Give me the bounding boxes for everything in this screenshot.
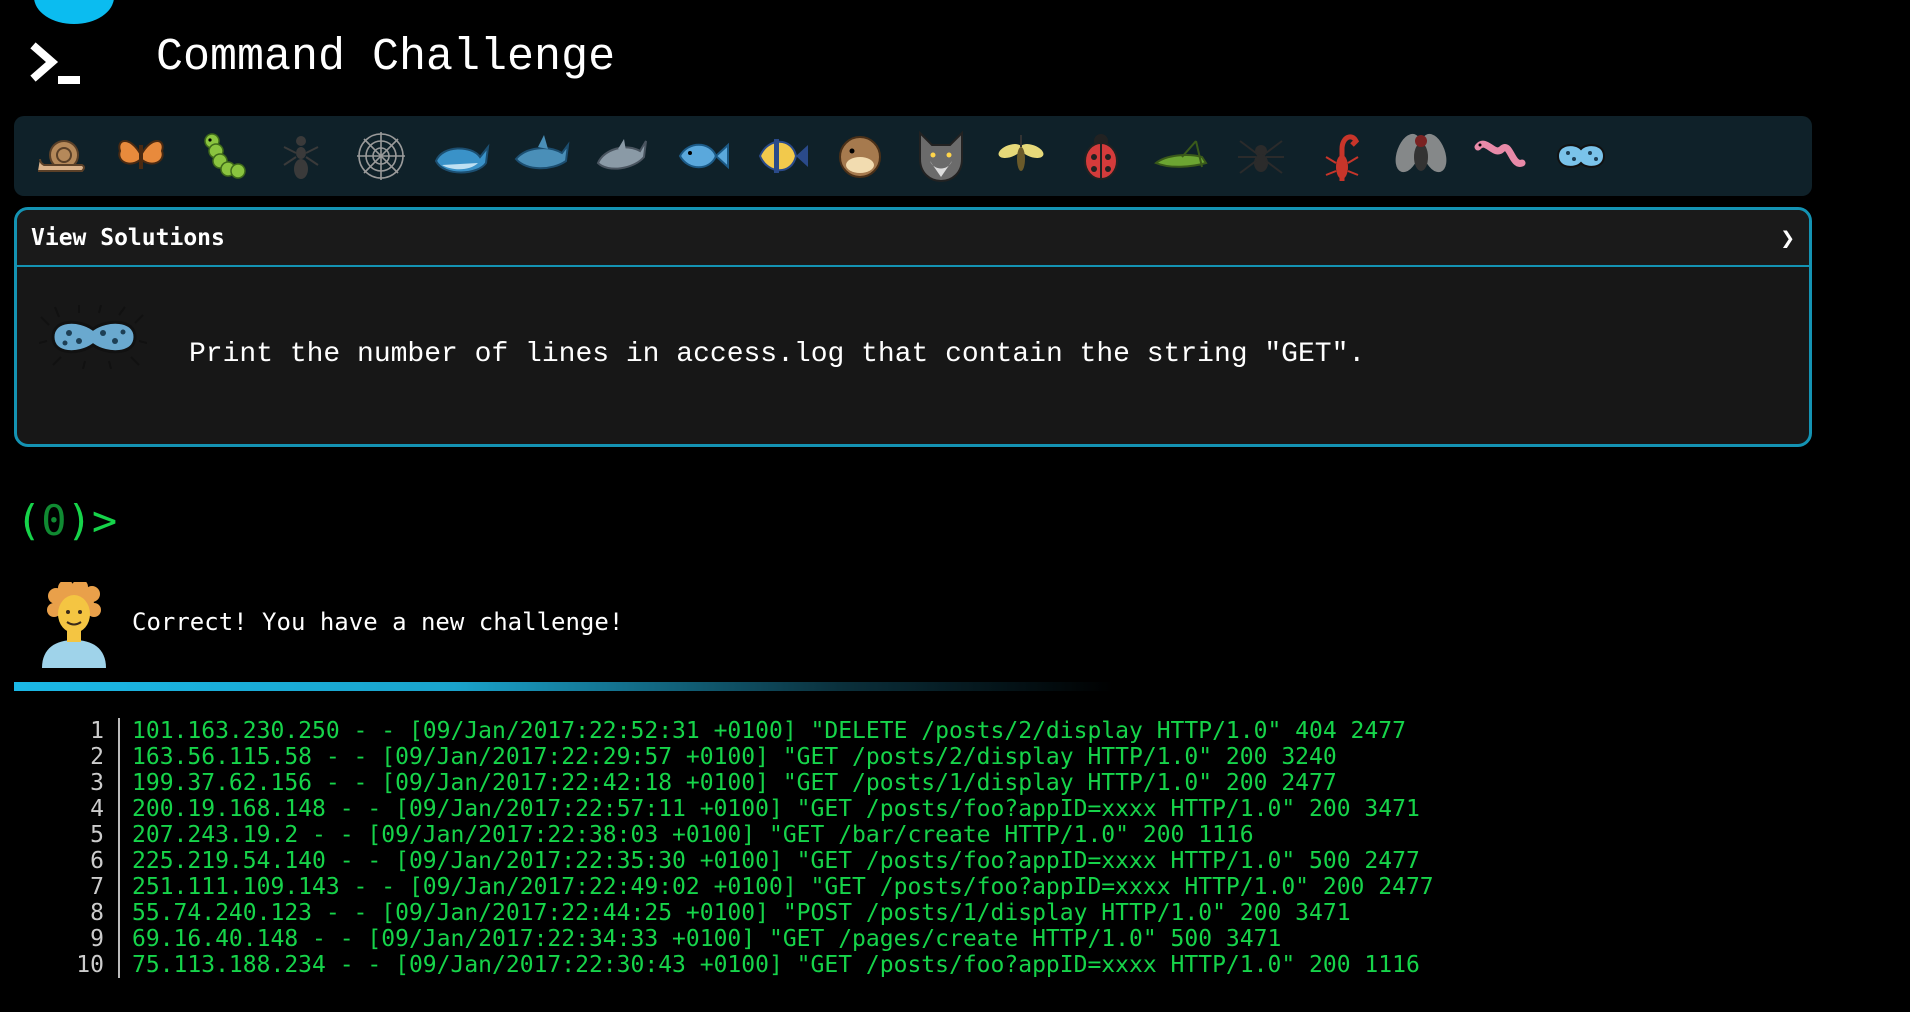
line-number: 6 — [60, 848, 120, 874]
ladybug-icon[interactable] — [1072, 127, 1130, 185]
file-line: 1 101.163.230.250 - - [09/Jan/2017:22:52:… — [60, 718, 1434, 744]
tropical-fish-icon[interactable] — [752, 127, 810, 185]
divider — [14, 682, 1114, 691]
caterpillar-icon[interactable] — [192, 127, 250, 185]
line-number: 5 — [60, 822, 120, 848]
file-listing: 1 101.163.230.250 - - [09/Jan/2017:22:52:… — [60, 718, 1434, 978]
terminal-prompt[interactable]: (0)> — [16, 496, 117, 545]
person-curly-hair-icon — [42, 582, 106, 668]
challenge-body: Print the number of lines in access.log … — [17, 267, 1809, 444]
challenge-panel: View Solutions ❯ Print the number of lin… — [14, 207, 1812, 447]
prompt-exit-count: 0 — [41, 496, 67, 545]
line-number: 10 — [60, 952, 120, 978]
prompt-close: )> — [66, 496, 118, 545]
line-text: 55.74.240.123 - - [09/Jan/2017:22:44:25 … — [132, 900, 1351, 926]
line-text: 69.16.40.148 - - [09/Jan/2017:22:34:33 +… — [132, 926, 1282, 952]
file-line: 8 55.74.240.123 - - [09/Jan/2017:22:44:25… — [60, 900, 1434, 926]
view-solutions-toggle[interactable]: View Solutions ❯ — [17, 210, 1809, 267]
blowfish-icon[interactable] — [832, 127, 890, 185]
worm-icon[interactable] — [1472, 127, 1530, 185]
result-message: Correct! You have a new challenge! — [132, 608, 624, 636]
chevron-right-icon: ❯ — [1780, 223, 1795, 252]
file-line: 3 199.37.62.156 - - [09/Jan/2017:22:42:18… — [60, 770, 1434, 796]
line-number: 7 — [60, 874, 120, 900]
wolf-icon[interactable] — [912, 127, 970, 185]
fly-icon[interactable] — [1392, 127, 1450, 185]
terminal-prompt-icon — [30, 42, 80, 84]
line-text: 200.19.168.148 - - [09/Jan/2017:22:57:11… — [132, 796, 1420, 822]
line-text: 101.163.230.250 - - [09/Jan/2017:22:52:3… — [132, 718, 1406, 744]
prompt-open-paren: ( — [16, 496, 42, 545]
line-text: 199.37.62.156 - - [09/Jan/2017:22:42:18 … — [132, 770, 1337, 796]
fish-icon[interactable] — [672, 127, 730, 185]
line-number: 9 — [60, 926, 120, 952]
line-text: 207.243.19.2 - - [09/Jan/2017:22:38:03 +… — [132, 822, 1254, 848]
shark-icon[interactable] — [512, 127, 570, 185]
line-number: 3 — [60, 770, 120, 796]
header-accent-arc — [34, 0, 114, 24]
cricket-icon[interactable] — [1152, 127, 1210, 185]
challenge-description: Print the number of lines in access.log … — [189, 339, 1366, 370]
file-line: 4 200.19.168.148 - - [09/Jan/2017:22:57:1… — [60, 796, 1434, 822]
spider-icon[interactable] — [1232, 127, 1290, 185]
challenge-animal-bar — [14, 116, 1812, 196]
view-solutions-label: View Solutions — [31, 224, 225, 251]
line-text: 75.113.188.234 - - [09/Jan/2017:22:30:43… — [132, 952, 1420, 978]
whale-icon[interactable] — [432, 127, 490, 185]
ant-icon[interactable] — [272, 127, 330, 185]
file-line: 2 163.56.115.58 - - [09/Jan/2017:22:29:57… — [60, 744, 1434, 770]
snail-icon[interactable] — [32, 127, 90, 185]
line-text: 163.56.115.58 - - [09/Jan/2017:22:29:57 … — [132, 744, 1337, 770]
microbe-icon — [39, 305, 147, 369]
file-line: 9 69.16.40.148 - - [09/Jan/2017:22:34:33 … — [60, 926, 1434, 952]
file-line: 5 207.243.19.2 - - [09/Jan/2017:22:38:03 … — [60, 822, 1434, 848]
line-number: 1 — [60, 718, 120, 744]
line-text: 251.111.109.143 - - [09/Jan/2017:22:49:0… — [132, 874, 1434, 900]
file-line: 10 75.113.188.234 - - [09/Jan/2017:22:30:… — [60, 952, 1434, 978]
scorpion-icon[interactable] — [1312, 127, 1370, 185]
dolphin-icon[interactable] — [592, 127, 650, 185]
line-number: 2 — [60, 744, 120, 770]
page-title: Command Challenge — [156, 32, 616, 83]
microbe-icon[interactable] — [1552, 127, 1610, 185]
line-text: 225.219.54.140 - - [09/Jan/2017:22:35:30… — [132, 848, 1420, 874]
mosquito-icon[interactable] — [992, 127, 1050, 185]
line-number: 8 — [60, 900, 120, 926]
line-number: 4 — [60, 796, 120, 822]
file-line: 6 225.219.54.140 - - [09/Jan/2017:22:35:3… — [60, 848, 1434, 874]
spider-web-icon[interactable] — [352, 127, 410, 185]
file-line: 7 251.111.109.143 - - [09/Jan/2017:22:49:… — [60, 874, 1434, 900]
butterfly-icon[interactable] — [112, 127, 170, 185]
